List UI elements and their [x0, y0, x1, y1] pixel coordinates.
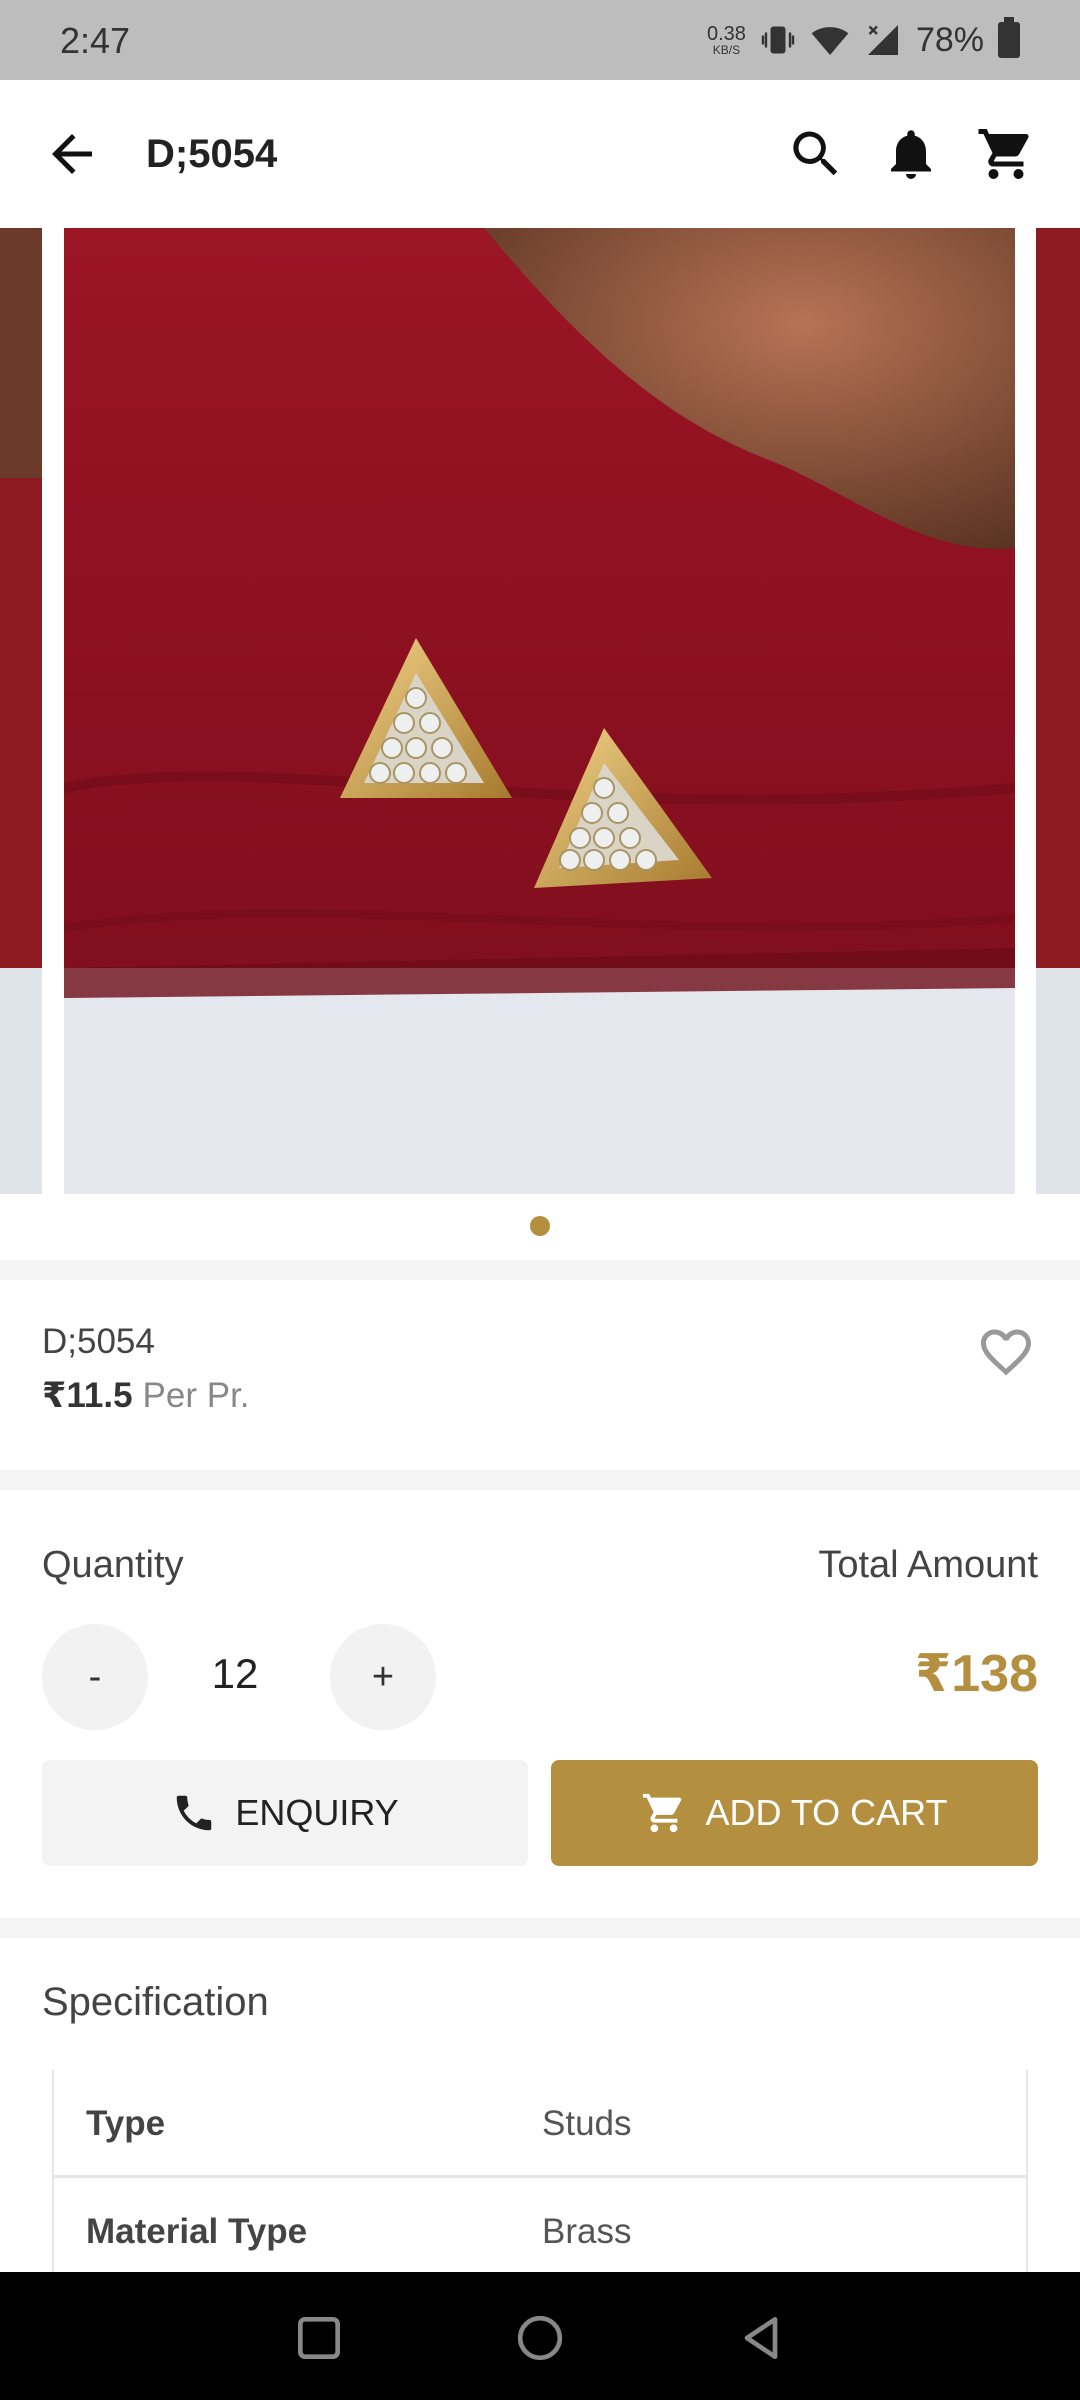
status-icons: 0.38 KB/S 78% [707, 17, 1020, 62]
quantity-label: Quantity [42, 1544, 184, 1586]
net-speed: 0.38 KB/S [707, 24, 746, 56]
carousel-prev-slide[interactable] [0, 228, 42, 1194]
product-price-line: ₹11.5 Per Pr. [42, 1376, 250, 1416]
increment-button[interactable]: + [330, 1624, 436, 1730]
spec-key: Material Type [86, 2212, 308, 2251]
spec-value: Studs [542, 2104, 632, 2143]
total-amount-label: Total Amount [818, 1544, 1038, 1586]
table-row: Type Studs [54, 2070, 1026, 2178]
section-divider [0, 1260, 1080, 1280]
recents-icon[interactable] [291, 2310, 347, 2366]
product-code: D;5054 [42, 1322, 155, 1361]
spec-value: Brass [542, 2212, 632, 2251]
product-price: ₹11.5 [42, 1376, 133, 1415]
system-nav-bar [0, 2272, 1080, 2400]
status-bar: 2:47 0.38 KB/S 78% [0, 0, 1080, 80]
carousel-dot-active[interactable] [530, 1216, 550, 1236]
vibrate-icon [761, 26, 795, 54]
add-to-cart-label: ADD TO CART [705, 1792, 948, 1833]
back-triangle-icon[interactable] [733, 2310, 789, 2366]
section-divider [0, 1918, 1080, 1938]
table-row: Material Type Brass [54, 2178, 1026, 2286]
battery-percent: 78% [915, 20, 984, 59]
wishlist-heart-icon[interactable] [976, 1322, 1036, 1382]
carousel-next-slide[interactable] [1036, 228, 1080, 1194]
wifi-icon [811, 27, 849, 55]
specification-table: Type Studs Material Type Brass [52, 2070, 1028, 2286]
search-icon[interactable] [786, 124, 846, 184]
product-image[interactable] [64, 228, 1015, 1194]
specification-title: Specification [42, 1980, 269, 2024]
back-arrow-icon[interactable] [42, 124, 102, 184]
net-speed-value: 0.38 [707, 23, 746, 45]
product-image-carousel[interactable] [0, 228, 1080, 1194]
cart-icon[interactable] [976, 124, 1036, 184]
bell-icon[interactable] [881, 124, 941, 184]
phone-icon [177, 1795, 212, 1831]
product-price-unit: Per Pr. [142, 1376, 250, 1415]
app-bar: D;5054 [0, 80, 1080, 228]
quantity-value: 12 [211, 1650, 259, 1697]
decrement-button[interactable]: - [42, 1624, 148, 1730]
status-time: 2:47 [60, 20, 131, 61]
carousel-pagination [0, 1216, 1080, 1236]
add-cart-icon [643, 1793, 682, 1833]
page-title: D;5054 [146, 132, 278, 176]
enquiry-button[interactable]: ENQUIRY [42, 1760, 528, 1866]
product-info: D;5054 ₹11.5 Per Pr. [0, 1278, 1080, 1470]
net-speed-unit: KB/S [712, 43, 741, 57]
battery-icon [998, 17, 1020, 58]
total-amount-value: ₹138 [915, 1645, 1038, 1703]
add-to-cart-button[interactable]: ADD TO CART [551, 1760, 1038, 1866]
signal-icon [867, 25, 898, 55]
enquiry-label: ENQUIRY [235, 1792, 399, 1833]
section-divider [0, 1470, 1080, 1490]
home-icon[interactable] [512, 2310, 568, 2366]
spec-key: Type [86, 2104, 166, 2143]
